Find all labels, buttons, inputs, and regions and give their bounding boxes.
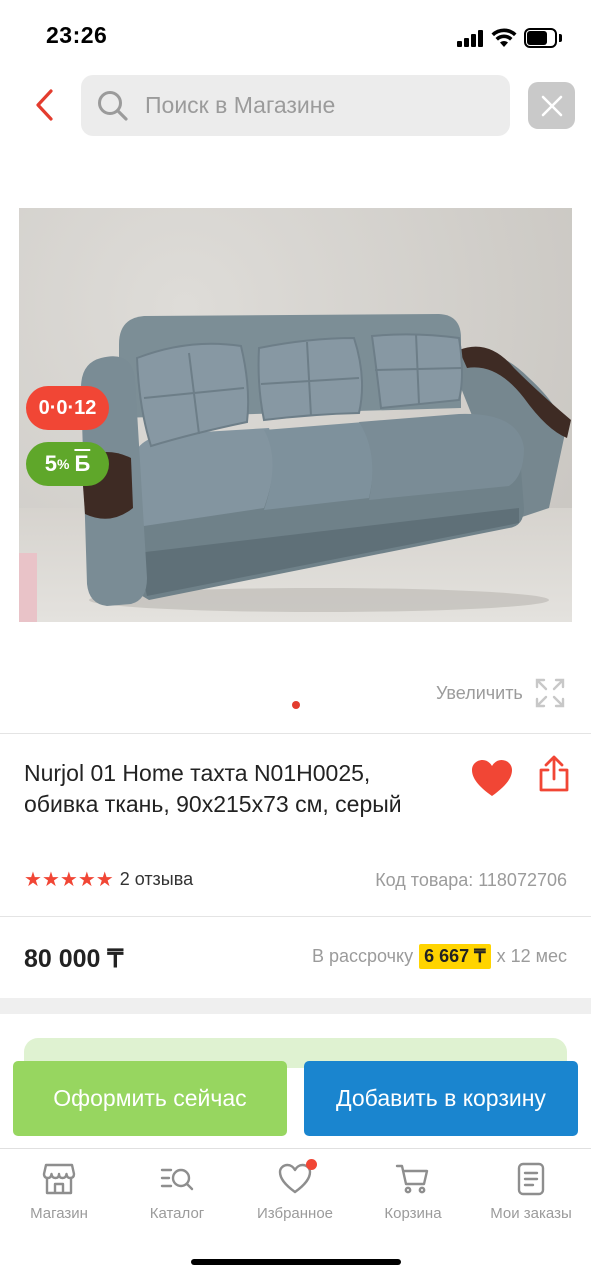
- search-input[interactable]: Поиск в Магазине: [81, 75, 510, 136]
- status-bar: 23:26: [0, 0, 591, 70]
- heart-icon: [472, 760, 512, 796]
- tab-label: Корзина: [384, 1205, 442, 1222]
- search-placeholder: Поиск в Магазине: [145, 92, 336, 118]
- section-separator: [0, 998, 591, 1014]
- gallery-page-indicator: [292, 701, 300, 709]
- battery-icon: [524, 28, 562, 48]
- installment-amount: 6 667 ₸: [419, 944, 491, 969]
- zoom-label: Увеличить: [436, 682, 523, 703]
- rating[interactable]: ★ ★ ★ ★ ★ 2 отзыва: [24, 869, 193, 890]
- back-button[interactable]: [22, 80, 66, 130]
- divider: [0, 916, 591, 917]
- favorite-button[interactable]: [470, 758, 514, 798]
- home-indicator[interactable]: [191, 1259, 401, 1265]
- chevron-left-icon: [36, 89, 53, 121]
- notification-dot: [306, 1159, 317, 1170]
- tab-favorites[interactable]: Избранное: [236, 1149, 354, 1233]
- tab-cart[interactable]: Корзина: [354, 1149, 472, 1233]
- tab-label: Каталог: [149, 1205, 205, 1222]
- installment-badge: 0·0·12: [26, 386, 109, 430]
- buy-now-button[interactable]: Оформить сейчас: [13, 1061, 287, 1136]
- star-icon: ★: [24, 868, 42, 891]
- star-icon: ★: [41, 868, 60, 891]
- divider: [0, 733, 591, 734]
- zoom-button[interactable]: Увеличить: [436, 678, 565, 708]
- orders-icon: [517, 1162, 545, 1196]
- product-photo[interactable]: 0·0·12 5% Б: [19, 208, 572, 622]
- installment-term: x 12 мес: [496, 946, 567, 966]
- bonus-percent-sign: %: [56, 456, 70, 472]
- share-icon: [539, 755, 569, 792]
- expand-icon: [535, 678, 565, 708]
- cart-icon: [395, 1164, 429, 1194]
- close-icon: [541, 95, 562, 116]
- search-icon: [98, 91, 128, 121]
- star-icon: ★: [59, 868, 78, 891]
- shop-icon: [42, 1163, 76, 1195]
- tab-label: Мои заказы: [490, 1205, 572, 1222]
- product-title: Nurjol 01 Home тахта N01H0025, обивка тк…: [24, 760, 402, 817]
- product-price: 80 000 ₸: [24, 945, 124, 973]
- tab-my-orders[interactable]: Мои заказы: [472, 1149, 590, 1233]
- catalog-search-icon: [160, 1168, 194, 1191]
- tab-shop[interactable]: Магазин: [0, 1149, 118, 1233]
- bonus-letter: Б: [74, 451, 91, 476]
- reviews-link[interactable]: 2 отзыва: [120, 869, 193, 890]
- tab-label: Избранное: [256, 1205, 334, 1222]
- add-to-cart-button[interactable]: Добавить в корзину: [304, 1061, 578, 1136]
- wifi-icon: [491, 28, 517, 47]
- status-time: 23:26: [46, 22, 108, 48]
- clear-search-button[interactable]: [528, 82, 575, 129]
- share-button[interactable]: [538, 754, 570, 794]
- tab-label: Магазин: [30, 1205, 88, 1222]
- star-icon: ★: [77, 868, 96, 891]
- star-icon: ★: [95, 868, 114, 891]
- installment-info[interactable]: В рассрочку 6 667 ₸ x 12 мес: [312, 944, 567, 969]
- bonus-badge: 5% Б: [26, 442, 109, 486]
- bonus-value: 5: [44, 451, 57, 476]
- installment-prefix: В рассрочку: [311, 946, 414, 966]
- product-code: Код товара: 118072706: [375, 870, 567, 890]
- tab-catalog[interactable]: Каталог: [118, 1149, 236, 1233]
- cellular-signal-icon: [457, 30, 483, 47]
